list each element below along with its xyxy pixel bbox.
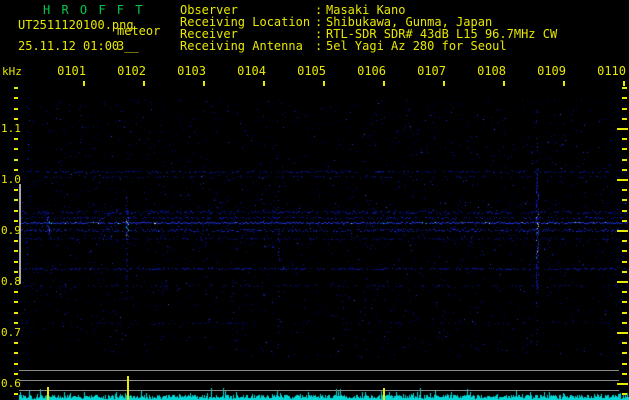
freq-axis-tick-right: [622, 118, 627, 120]
freq-axis-tick-left: [14, 322, 18, 324]
freq-axis-tick-left: [14, 261, 18, 263]
time-axis-label: 0101: [57, 64, 86, 78]
freq-axis-label: 0.6: [1, 377, 21, 390]
freq-axis-label: 0.7: [1, 326, 21, 339]
app-title: H R O F F T: [43, 3, 145, 17]
station-info-value: 5el Yagi Az 280 for Seoul: [326, 39, 507, 53]
freq-unit-label: kHz: [2, 65, 22, 78]
mode-label: meteor: [117, 24, 161, 38]
freq-axis-tick-right: [622, 261, 627, 263]
freq-axis-tick-right: [617, 383, 628, 385]
status-counter: 3__: [117, 39, 139, 53]
spectrogram-canvas: [0, 0, 629, 400]
freq-axis-tick-right: [617, 230, 628, 232]
freq-axis-tick-left: [14, 312, 18, 314]
freq-axis-tick-right: [622, 220, 627, 222]
freq-axis-tick-right: [622, 210, 627, 212]
freq-axis-tick-left: [14, 373, 18, 375]
echo-marker-spike: [383, 388, 385, 400]
capture-datetime: 25.11.12 01:00: [18, 39, 120, 53]
freq-axis-tick-right: [617, 179, 628, 181]
freq-axis-tick-left: [14, 189, 18, 191]
time-axis-label: 0106: [357, 64, 386, 78]
time-axis-tick: [503, 81, 505, 86]
freq-axis-tick-left: [14, 210, 18, 212]
freq-axis-tick-left: [14, 352, 18, 354]
freq-axis-tick-right: [622, 199, 627, 201]
level-line: [19, 370, 619, 371]
freq-axis-tick-right: [622, 322, 627, 324]
freq-axis-tick-left: [14, 169, 18, 171]
time-axis-tick: [623, 81, 625, 86]
time-axis-label: 0103: [177, 64, 206, 78]
freq-axis-label: 0.9: [1, 224, 21, 237]
time-axis-tick: [203, 81, 205, 86]
station-info-colon: :: [315, 39, 323, 53]
freq-axis-tick-left: [14, 97, 18, 99]
time-axis-tick: [383, 81, 385, 86]
freq-axis-tick-right: [622, 363, 627, 365]
freq-axis-tick-right: [622, 169, 627, 171]
time-axis-label: 0110: [597, 64, 626, 78]
freq-axis-tick-left: [14, 220, 18, 222]
time-axis-label: 0107: [417, 64, 446, 78]
freq-axis-tick-right: [622, 373, 627, 375]
freq-axis-label: 0.8: [1, 275, 21, 288]
hrofft-window: H R O F F T UT2511120100.png meteor 25.1…: [0, 0, 629, 400]
echo-marker-spike: [47, 387, 49, 400]
freq-axis-tick-left: [14, 87, 18, 89]
freq-axis-tick-right: [622, 108, 627, 110]
freq-axis-tick-right: [622, 301, 627, 303]
freq-axis-tick-right: [622, 97, 627, 99]
freq-axis-tick-right: [622, 159, 627, 161]
time-axis-label: 0102: [117, 64, 146, 78]
time-axis-label: 0108: [477, 64, 506, 78]
freq-axis-tick-right: [617, 128, 628, 130]
level-line: [19, 380, 619, 381]
level-line: [19, 390, 619, 391]
freq-axis-tick-left: [14, 108, 18, 110]
freq-axis-tick-right: [622, 291, 627, 293]
freq-axis-tick-left: [14, 199, 18, 201]
freq-axis-tick-left: [14, 250, 18, 252]
freq-axis-tick-left: [14, 291, 18, 293]
echo-marker-spike: [127, 376, 129, 400]
freq-axis-tick-left: [14, 240, 18, 242]
freq-axis-label: 1.0: [1, 173, 21, 186]
freq-axis-tick-left: [14, 159, 18, 161]
freq-axis-tick-right: [622, 189, 627, 191]
freq-axis-tick-left: [14, 118, 18, 120]
time-axis-label: 0104: [237, 64, 266, 78]
time-axis-tick: [263, 81, 265, 86]
freq-axis-tick-right: [617, 281, 628, 283]
freq-axis-tick-left: [14, 271, 18, 273]
freq-axis-tick-right: [622, 138, 627, 140]
freq-axis-tick-left: [14, 393, 18, 395]
freq-axis-tick-right: [622, 393, 627, 395]
freq-axis-tick-left: [14, 148, 18, 150]
time-axis-tick: [443, 81, 445, 86]
time-axis-label: 0109: [537, 64, 566, 78]
freq-axis-label: 1.1: [1, 122, 21, 135]
freq-axis-tick-right: [622, 148, 627, 150]
time-axis-label: 0105: [297, 64, 326, 78]
time-axis-tick: [83, 81, 85, 86]
freq-axis-tick-right: [617, 332, 628, 334]
freq-axis-tick-right: [622, 87, 627, 89]
freq-axis-tick-left: [14, 342, 18, 344]
time-axis-tick: [143, 81, 145, 86]
freq-axis-tick-right: [622, 352, 627, 354]
time-axis-tick: [323, 81, 325, 86]
freq-axis-tick-right: [622, 342, 627, 344]
station-info-key: Receiving Antenna: [180, 39, 303, 53]
freq-axis-tick-left: [14, 138, 18, 140]
freq-axis-tick-left: [14, 363, 18, 365]
freq-axis-tick-right: [622, 312, 627, 314]
freq-axis-tick-right: [622, 271, 627, 273]
freq-axis-tick-right: [622, 240, 627, 242]
freq-axis-tick-left: [14, 301, 18, 303]
time-axis-tick: [563, 81, 565, 86]
station-info-row: Receiving Antenna:5el Yagi Az 280 for Se…: [180, 40, 507, 53]
freq-axis-tick-right: [622, 250, 627, 252]
